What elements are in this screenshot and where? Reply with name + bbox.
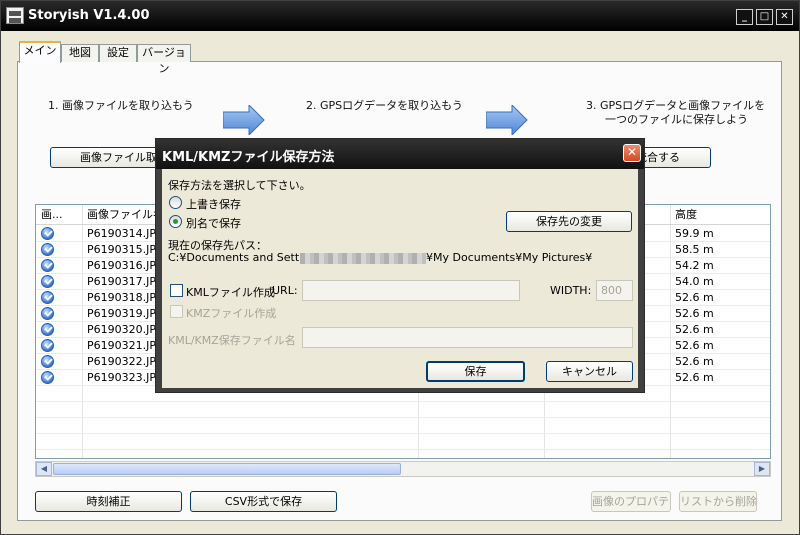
altitude-cell: 59.9 m [675, 227, 714, 240]
kmz-checkbox[interactable] [170, 305, 183, 318]
kml-checkbox-label[interactable]: KMLファイル作成 [186, 284, 275, 300]
save-as-radio[interactable] [169, 215, 182, 228]
altitude-cell: 52.6 m [675, 339, 714, 352]
check-icon [41, 243, 54, 256]
filename-label: KML/KMZ保存ファイル名 [168, 334, 296, 347]
kml-checkbox[interactable] [170, 284, 183, 297]
check-icon [41, 323, 54, 336]
filename-cell: P6190322.JPG [87, 355, 157, 368]
step-1-text: 1. 画像ファイルを取り込もう [48, 99, 194, 112]
horizontal-scrollbar[interactable]: ◀ ▶ [35, 461, 771, 477]
title-bar[interactable]: Storyish V1.4.00 _ □ ✕ [1, 1, 799, 31]
filename-cell: P6190318.JPG [87, 291, 157, 304]
filename-input[interactable] [302, 327, 633, 348]
maximize-button[interactable]: □ [756, 9, 773, 25]
filename-cell: P6190320.JPG [87, 323, 157, 336]
overwrite-label[interactable]: 上書き保存 [186, 196, 241, 212]
save-method-dialog: KML/KMZファイル保存方法 ✕ 保存方法を選択して下さい。 上書き保存 別名… [155, 138, 645, 393]
tab-version[interactable]: バージョン [137, 44, 191, 75]
save-as-label[interactable]: 別名で保存 [186, 215, 241, 231]
current-path-suffix: ¥My Documents¥My Pictures¥ [426, 251, 593, 264]
tab-main[interactable]: メイン [19, 41, 61, 63]
altitude-cell: 54.0 m [675, 275, 714, 288]
filename-cell: P6190314.JPG [87, 227, 157, 240]
minimize-button[interactable]: _ [736, 9, 753, 25]
empty-row [36, 402, 770, 418]
altitude-cell: 52.6 m [675, 323, 714, 336]
window-title: Storyish V1.4.00 [28, 8, 150, 23]
filename-cell: P6190316.JPG [87, 259, 157, 272]
width-input[interactable]: 800 [596, 280, 633, 301]
kmz-checkbox-label[interactable]: KMZファイル作成 [186, 305, 276, 321]
arrow-right-icon [486, 105, 528, 135]
url-input[interactable] [302, 280, 520, 301]
dialog-close-icon[interactable]: ✕ [623, 144, 641, 162]
altitude-cell: 54.2 m [675, 259, 714, 272]
filename-cell: P6190321.JPG [87, 339, 157, 352]
empty-row [36, 418, 770, 434]
check-icon [41, 291, 54, 304]
step-3-text-line2: 一つのファイルに保存しよう [605, 113, 748, 126]
remove-from-list-button[interactable]: リストから削除 [679, 491, 757, 512]
dialog-title: KML/KMZファイル保存方法 [162, 150, 335, 165]
filename-cell: P6190319.JPG [87, 307, 157, 320]
scrollbar-thumb[interactable] [53, 463, 401, 475]
url-label: URL: [272, 284, 298, 297]
column-header-altitude[interactable]: 高度 [670, 205, 770, 225]
empty-row [36, 434, 770, 450]
save-button[interactable]: 保存 [426, 361, 525, 382]
change-destination-button[interactable]: 保存先の変更 [506, 211, 632, 232]
cancel-button[interactable]: キャンセル [546, 361, 633, 382]
step-2-text: 2. GPSログデータを取り込もう [306, 99, 463, 112]
altitude-cell: 52.6 m [675, 371, 714, 384]
width-label: WIDTH: [550, 284, 592, 297]
filename-cell: P6190323.JPG [87, 371, 157, 384]
altitude-cell: 52.6 m [675, 291, 714, 304]
altitude-cell: 58.5 m [675, 243, 714, 256]
check-icon [41, 371, 54, 384]
time-correction-button[interactable]: 時刻補正 [35, 491, 182, 512]
check-icon [41, 355, 54, 368]
filename-cell: P6190315.JPG [87, 243, 157, 256]
image-properties-button[interactable]: 画像のプロパティ [591, 491, 671, 512]
check-icon [41, 275, 54, 288]
instruction-text: 保存方法を選択して下さい。 [168, 179, 311, 192]
check-icon [41, 259, 54, 272]
filename-cell: P6190317.JPG [87, 275, 157, 288]
arrow-right-icon [223, 105, 265, 135]
app-icon [6, 7, 24, 24]
check-icon [41, 227, 54, 240]
check-icon [41, 339, 54, 352]
altitude-cell: 52.6 m [675, 307, 714, 320]
redacted-username [300, 253, 426, 264]
overwrite-radio[interactable] [169, 196, 182, 209]
current-path-prefix: C:¥Documents and Settings [168, 251, 322, 264]
scroll-right-icon[interactable]: ▶ [754, 462, 770, 476]
altitude-cell: 52.6 m [675, 355, 714, 368]
save-csv-button[interactable]: CSV形式で保存 [190, 491, 337, 512]
check-icon [41, 307, 54, 320]
dialog-title-bar[interactable]: KML/KMZファイル保存方法 ✕ [156, 139, 644, 169]
tab-map[interactable]: 地図 [61, 44, 99, 62]
scroll-left-icon[interactable]: ◀ [36, 462, 52, 476]
tab-settings[interactable]: 設定 [99, 44, 137, 62]
close-button[interactable]: ✕ [776, 9, 793, 25]
dialog-body: 保存方法を選択して下さい。 上書き保存 別名で保存 保存先の変更 現在の保存先パ… [162, 169, 638, 388]
column-header-icon[interactable]: 画... [36, 205, 82, 225]
